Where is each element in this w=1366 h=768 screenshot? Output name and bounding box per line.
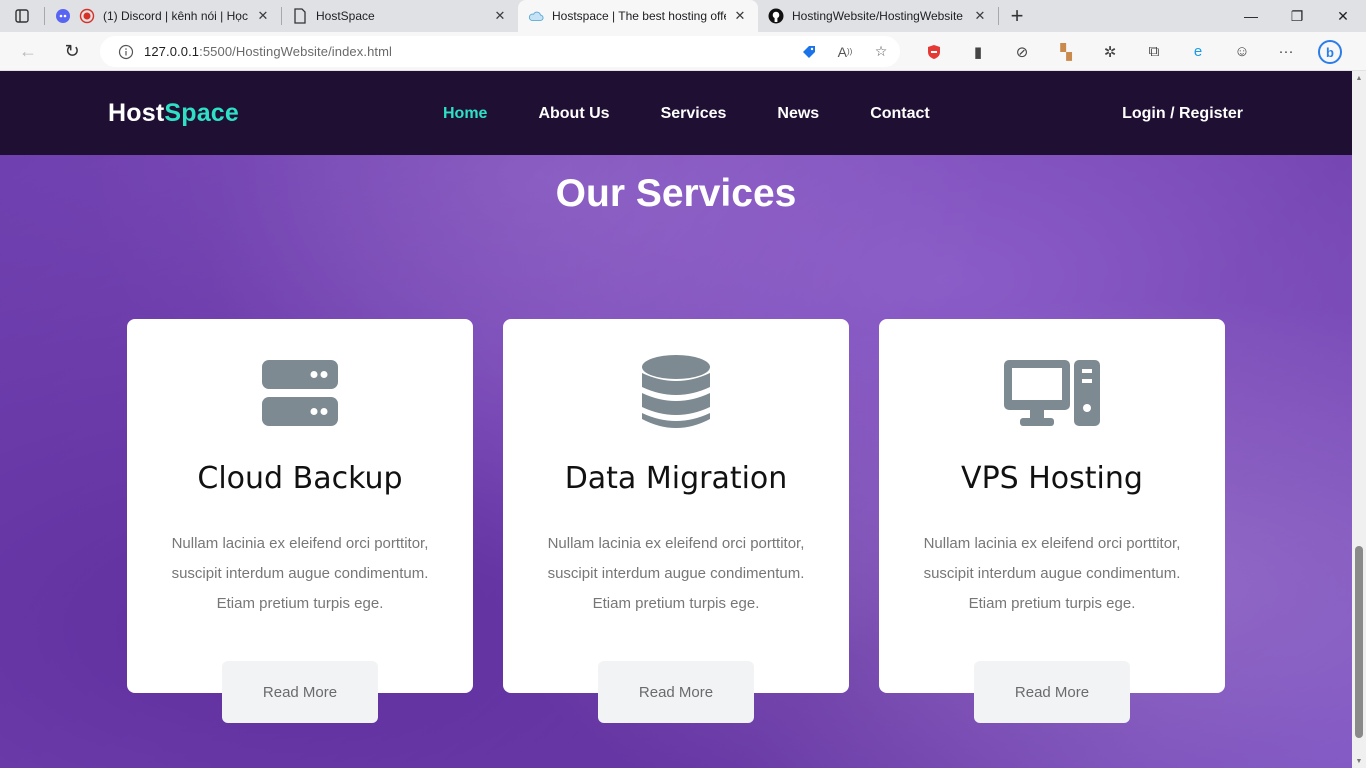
reload-icon[interactable]: ↻ (54, 35, 90, 67)
hammer-icon[interactable]: ▚ (1044, 32, 1088, 71)
shield-icon[interactable] (912, 32, 956, 71)
close-window-icon[interactable]: ✕ (1320, 0, 1366, 32)
svg-text:b: b (1326, 45, 1334, 60)
more-options-icon[interactable]: ··· (1264, 32, 1308, 71)
discord-icon (55, 8, 71, 24)
close-icon[interactable]: ✕ (255, 8, 271, 24)
menu-item-services[interactable]: Services (661, 105, 727, 123)
browser-toolbar: ← ↻ 127.0.0.1:5500/HostingWebsite/index.… (0, 32, 1366, 71)
menu-item-news[interactable]: News (777, 105, 819, 123)
extensions-bar: ▮ ⊘ ▚ ✲ ⧉ e ☺ ··· b (912, 32, 1352, 71)
url-text[interactable]: 127.0.0.1:5500/HostingWebsite/index.html (144, 44, 392, 59)
read-more-button[interactable]: Read More (974, 661, 1130, 723)
card-text: Nullam lacinia ex eleifend orci porttito… (171, 535, 429, 612)
close-icon[interactable]: ✕ (972, 8, 988, 24)
minimize-icon[interactable]: — (1228, 0, 1274, 32)
tab-title: HostingWebsite/HostingWebsite (792, 9, 963, 23)
service-card-cloud-backup: Cloud Backup Nullam lacinia ex eleifend … (127, 319, 473, 723)
read-more-button[interactable]: Read More (222, 661, 378, 723)
url-host: 127.0.0.1 (144, 44, 200, 59)
read-aloud-icon[interactable]: A)) (834, 44, 856, 60)
scroll-up-icon[interactable]: ▲ (1352, 71, 1366, 85)
site-logo[interactable]: HostSpace (108, 99, 239, 128)
section-title: Our Services (555, 172, 797, 215)
address-bar[interactable]: 127.0.0.1:5500/HostingWebsite/index.html… (100, 36, 900, 67)
add-favorite-icon[interactable]: ☆ (870, 43, 892, 60)
extension-icon[interactable]: ▮ (956, 32, 1000, 71)
collections-icon[interactable]: ⧉ (1132, 32, 1176, 71)
profile-avatar-icon[interactable]: ☺ (1220, 32, 1264, 71)
database-icon (503, 355, 849, 431)
recording-icon (79, 8, 95, 24)
browser-tab-strip: (1) Discord | kênh nói | Học ✕ HostSpace… (0, 0, 1366, 32)
back-arrow-icon[interactable]: ← (10, 35, 46, 67)
desktop-icon (879, 355, 1225, 431)
card-title: VPS Hosting (961, 461, 1143, 496)
card-title: Cloud Backup (197, 461, 403, 496)
scroll-down-icon[interactable]: ▼ (1352, 754, 1366, 768)
restore-icon[interactable]: ❐ (1274, 0, 1320, 32)
github-icon (768, 8, 784, 24)
tab-title: HostSpace (316, 9, 375, 23)
tab-hostspace-active[interactable]: Hostspace | The best hosting offer ✕ (518, 0, 758, 32)
internet-explorer-icon[interactable]: e (1176, 32, 1220, 71)
puzzle-icon[interactable]: ✲ (1088, 32, 1132, 71)
page-scrollbar[interactable]: ▲ ▼ (1352, 71, 1366, 768)
tab-github[interactable]: HostingWebsite/HostingWebsite ✕ (758, 0, 998, 32)
tab-hostspace[interactable]: HostSpace ✕ (282, 0, 518, 32)
service-card-data-migration: Data Migration Nullam lacinia ex eleifen… (503, 319, 849, 723)
tab-discord[interactable]: (1) Discord | kênh nói | Học ✕ (45, 0, 281, 32)
close-icon[interactable]: ✕ (492, 8, 508, 24)
bing-icon[interactable]: b (1308, 32, 1352, 71)
compass-icon[interactable]: ⊘ (1000, 32, 1044, 71)
menu-item-contact[interactable]: Contact (870, 105, 930, 123)
tab-title: (1) Discord | kênh nói | Học (103, 9, 248, 23)
card-text: Nullam lacinia ex eleifend orci porttito… (547, 535, 805, 612)
url-path: :5500/HostingWebsite/index.html (199, 44, 393, 59)
service-card-vps-hosting: VPS Hosting Nullam lacinia ex eleifend o… (879, 319, 1225, 723)
tab-title: Hostspace | The best hosting offer (552, 9, 726, 23)
menu-item-home[interactable]: Home (443, 105, 487, 123)
tab-actions-icon[interactable] (0, 0, 44, 32)
card-title: Data Migration (564, 461, 788, 496)
price-tag-icon[interactable] (798, 44, 820, 60)
site-header: HostSpace Home About Us Services News Co… (0, 71, 1352, 155)
window-controls: — ❐ ✕ (1228, 0, 1366, 32)
main-menu: Home About Us Services News Contact (443, 105, 981, 123)
scrollbar-thumb[interactable] (1355, 546, 1363, 738)
menu-item-about-us[interactable]: About Us (538, 105, 609, 123)
login-register-link[interactable]: Login / Register (1122, 105, 1243, 123)
cloud-icon (528, 8, 544, 24)
close-icon[interactable]: ✕ (732, 8, 748, 24)
address-bar-actions: A)) ☆ (798, 36, 892, 67)
page-viewport: HostSpace Home About Us Services News Co… (0, 71, 1352, 768)
info-icon[interactable] (108, 44, 144, 60)
logo-text-space: Space (164, 99, 240, 127)
card-text: Nullam lacinia ex eleifend orci porttito… (923, 535, 1181, 612)
page-icon (292, 8, 308, 24)
new-tab-button[interactable]: + (999, 0, 1035, 32)
logo-text-host: Host (108, 99, 165, 127)
server-icon (127, 355, 473, 431)
read-more-button[interactable]: Read More (598, 661, 754, 723)
